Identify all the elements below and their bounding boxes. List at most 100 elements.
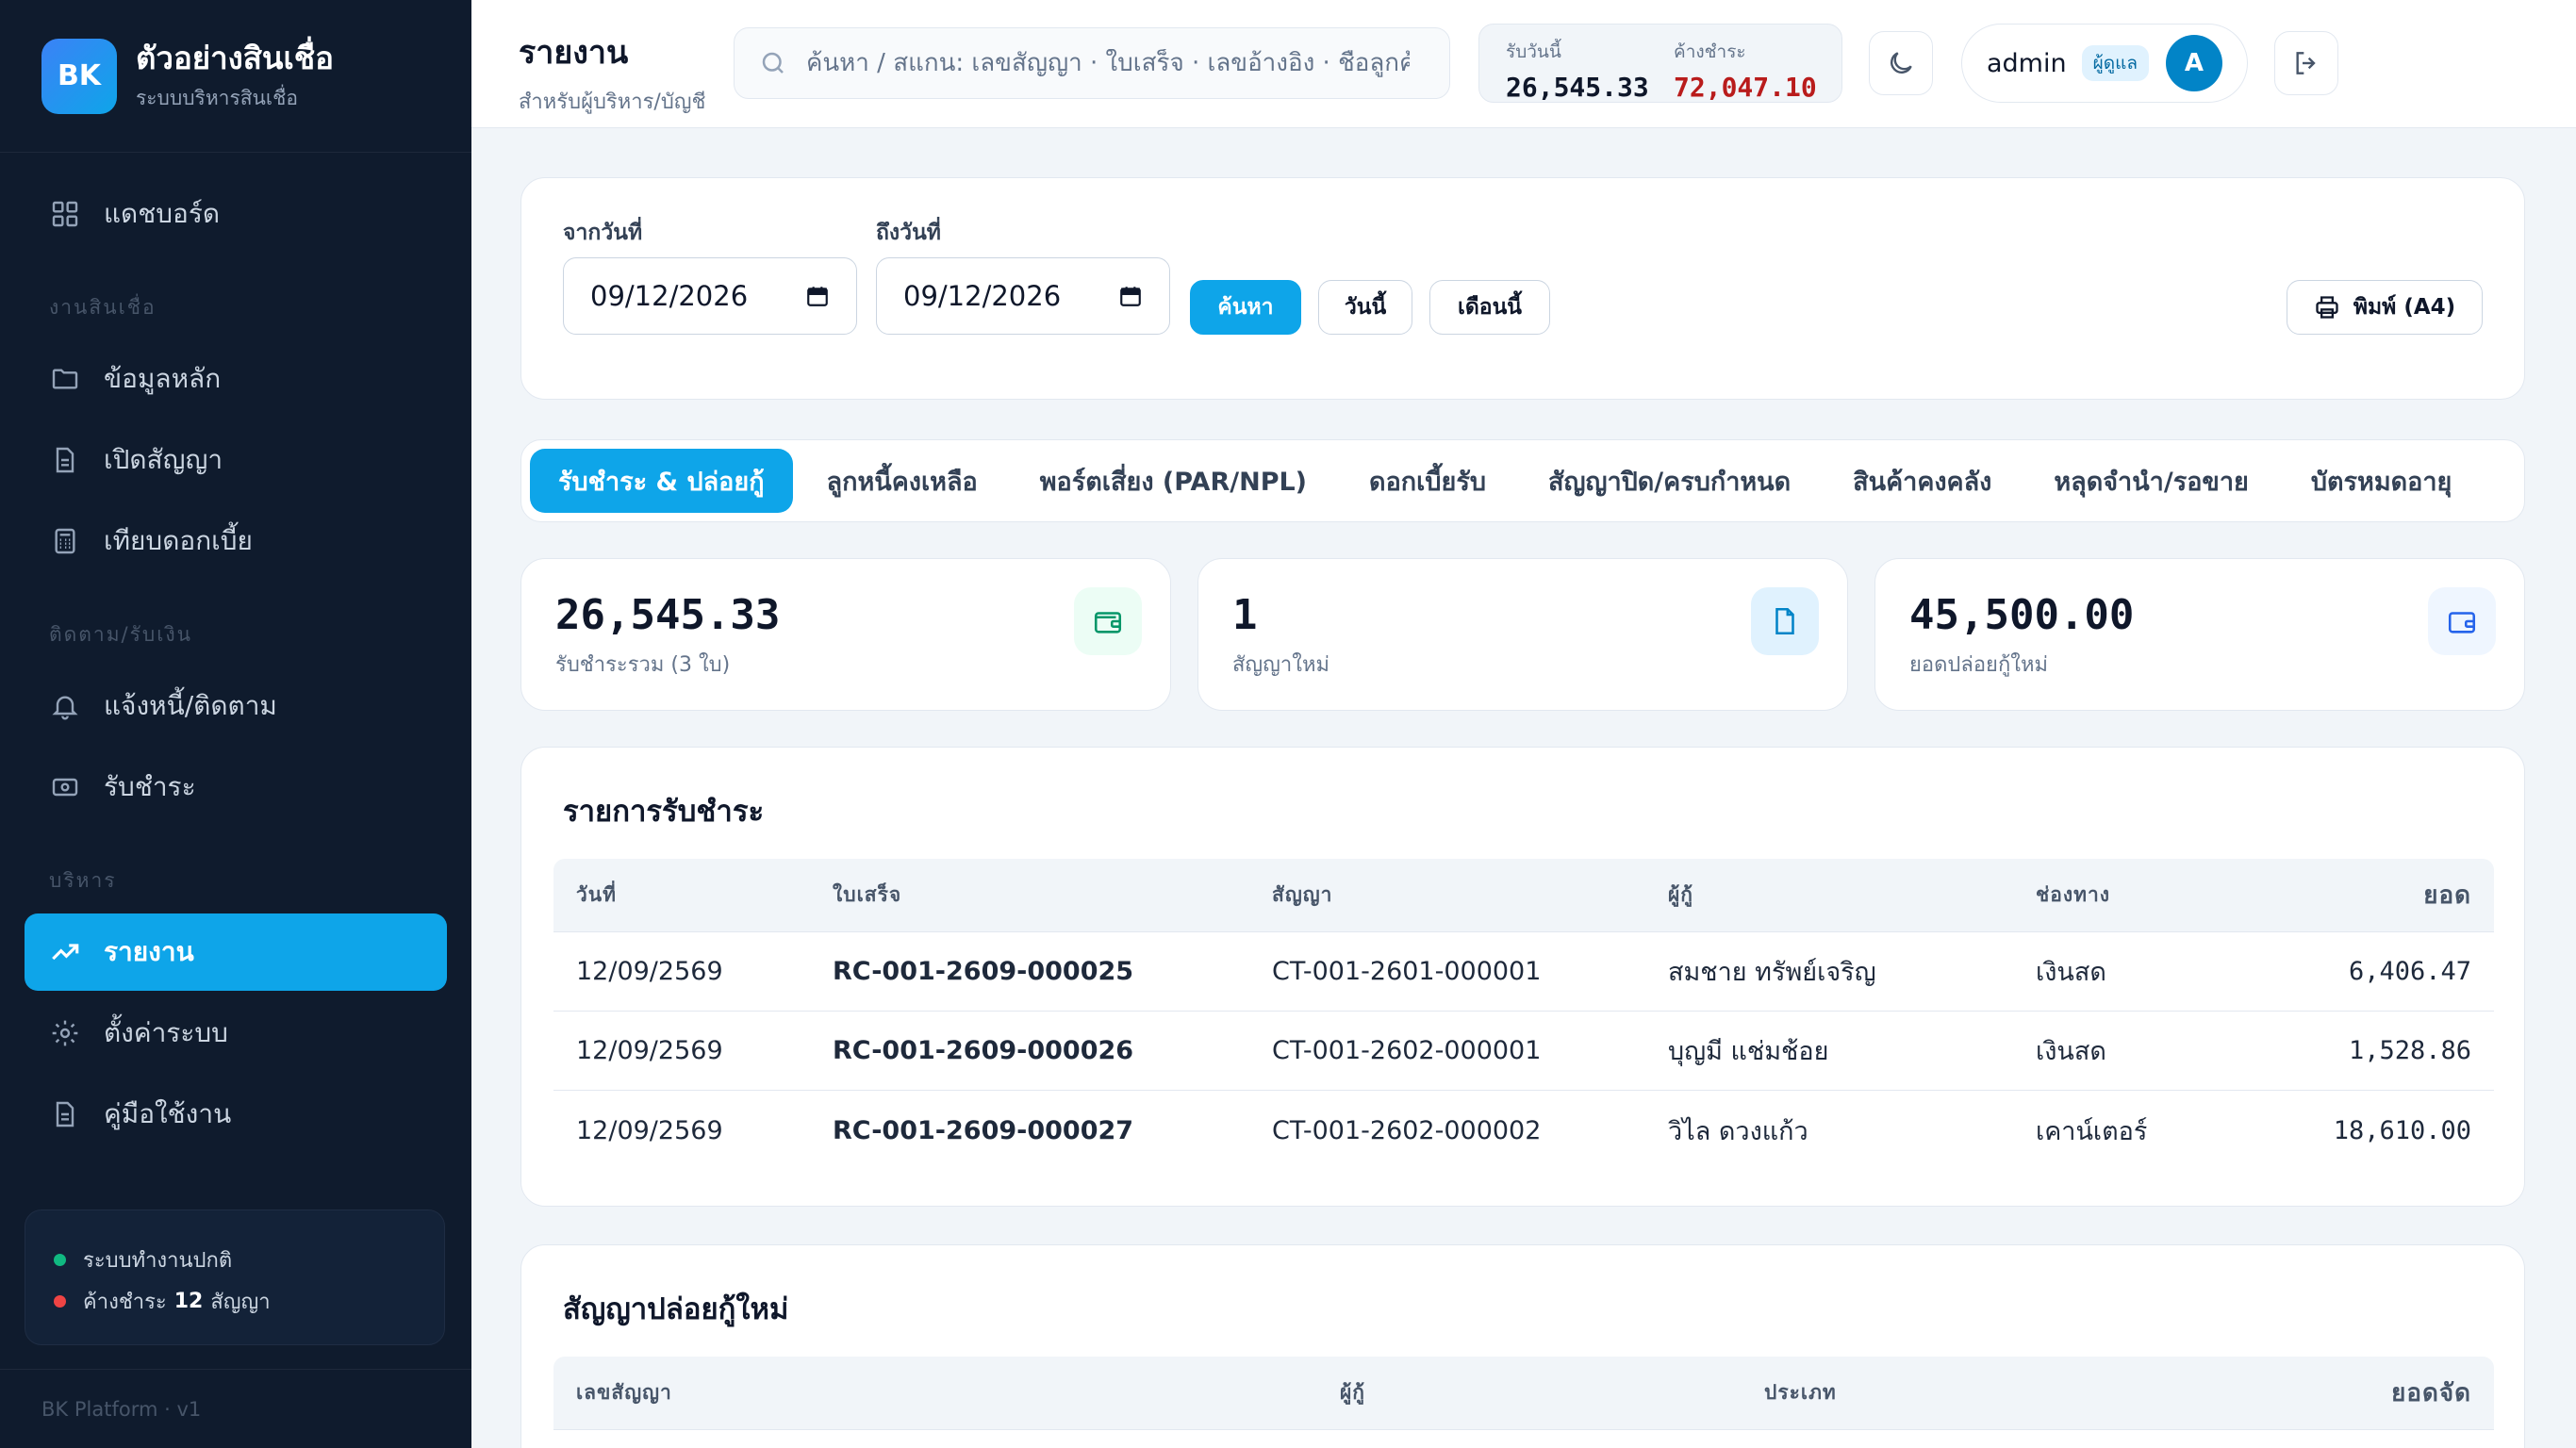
table-header: วันที่ ใบเสร็จ สัญญา ผู้กู้ ช่องทาง ยอด <box>553 859 2494 932</box>
tab-outstanding[interactable]: ลูกหนี้คงเหลือ <box>799 449 1006 513</box>
tab-inventory[interactable]: สินค้าคงคลัง <box>1825 449 2020 513</box>
cell-amount: 18,610.00 <box>2333 1115 2471 1145</box>
brand-subtitle: ระบบบริหารสินเชื่อ <box>136 87 298 109</box>
sidebar-item-dashboard[interactable]: แดชบอร์ด <box>25 175 447 253</box>
stat-label: สัญญาใหม่ <box>1232 653 1330 677</box>
stat-label: ยอดปล่อยกู้ใหม่ <box>1909 653 2049 677</box>
sidebar-item-label: ตั้งค่าระบบ <box>104 1017 228 1048</box>
calculator-icon <box>49 525 81 557</box>
table-row[interactable]: 12/09/2569 RC-001-2609-000027 CT-001-260… <box>553 1091 2494 1170</box>
topbar-metrics: รับวันนี้ 26,545.33 ค้างชำระ 72,047.10 <box>1478 24 1842 103</box>
tab-expired-cards[interactable]: บัตรหมดอายุ <box>2283 449 2481 513</box>
tab-forfeited[interactable]: หลุดจำนำ/รอขาย <box>2025 449 2277 513</box>
from-date-label: จากวันที่ <box>563 221 643 245</box>
sidebar-nav: แดชบอร์ด งานสินเชื่อ ข้อมูลหลัก เปิดสัญญ… <box>0 153 471 1153</box>
column-header: ช่องทาง <box>2036 883 2111 906</box>
logout-button[interactable] <box>2274 31 2338 95</box>
section-title: สัญญาปล่อยกู้ใหม่ <box>563 1292 789 1326</box>
topbar: รายงาน สำหรับผู้บริหาร/บัญชี รับวันนี้ 2… <box>471 0 2576 128</box>
cell-receipt[interactable]: RC-001-2609-000025 <box>810 957 1249 986</box>
column-header: ผู้กู้ <box>1668 883 1694 906</box>
avatar: A <box>2165 35 2222 91</box>
printer-icon <box>2314 294 2340 321</box>
status-overdue-row: ค้างชำระ 12 สัญญา <box>54 1280 444 1322</box>
cell-amount: 6,406.47 <box>2348 957 2471 986</box>
new-loans-table: เลขสัญญา ผู้กู้ ประเภท ยอดจัด <box>553 1357 2494 1430</box>
sidebar-item-compare-interest[interactable]: เทียบดอกเบี้ย <box>25 502 447 580</box>
to-date-label: ถึงวันที่ <box>876 221 941 245</box>
sidebar-item-settings[interactable]: ตั้งค่าระบบ <box>25 995 447 1072</box>
cell-contract[interactable]: CT-001-2602-000002 <box>1249 1116 1645 1145</box>
cell-date: 12/09/2569 <box>576 1115 723 1145</box>
overdue-suffix: สัญญา <box>210 1290 271 1314</box>
today-button[interactable]: วันนี้ <box>1318 280 1412 335</box>
sidebar-footer: BK Platform · v1 <box>0 1369 471 1448</box>
sidebar-item-manual[interactable]: คู่มือใช้งาน <box>25 1076 447 1153</box>
column-header: ยอด <box>2423 881 2471 910</box>
folder-icon <box>49 363 81 395</box>
tab-payments-loans[interactable]: รับชำระ & ปล่อยกู้ <box>530 449 793 513</box>
sidebar-section-admin: บริหาร <box>49 869 117 892</box>
cell-receipt[interactable]: RC-001-2609-000027 <box>810 1116 1249 1145</box>
overdue-value: 72,047.10 <box>1674 72 1817 103</box>
sidebar-item-receive[interactable]: รับชำระ <box>25 749 447 826</box>
gear-icon <box>49 1017 81 1049</box>
stat-card-total-received: 26,545.33 รับชำระรวม (3 ใบ) <box>520 558 1171 711</box>
to-date-input[interactable]: 09/12/2026 <box>876 257 1170 335</box>
calendar-icon[interactable] <box>1118 284 1143 308</box>
print-button-label: พิมพ์ (A4) <box>2353 295 2456 320</box>
cell-contract[interactable]: CT-001-2601-000001 <box>1249 957 1645 986</box>
wallet-icon <box>2428 587 2496 655</box>
tab-interest[interactable]: ดอกเบี้ยรับ <box>1341 449 1514 513</box>
cell-amount: 1,528.86 <box>2348 1036 2471 1065</box>
search-input[interactable] <box>806 49 1410 77</box>
overdue-prefix: ค้างชำระ <box>83 1290 167 1314</box>
from-date-input[interactable]: 09/12/2026 <box>563 257 857 335</box>
column-header: ผู้กู้ <box>1340 1381 1366 1404</box>
cell-date: 12/09/2569 <box>576 1036 723 1065</box>
sidebar-item-label: เปิดสัญญา <box>104 444 223 475</box>
table-row[interactable]: 12/09/2569 RC-001-2609-000026 CT-001-260… <box>553 1012 2494 1091</box>
cell-receipt[interactable]: RC-001-2609-000026 <box>810 1036 1249 1065</box>
stat-card-new-loan-amount: 45,500.00 ยอดปล่อยกู้ใหม่ <box>1874 558 2525 711</box>
to-date-value: 09/12/2026 <box>903 280 1062 312</box>
sidebar-item-reports[interactable]: รายงาน <box>25 913 447 991</box>
payments-card: รายการรับชำระ วันที่ ใบเสร็จ สัญญา ผู้กู… <box>520 747 2525 1207</box>
tab-closed-contracts[interactable]: สัญญาปิด/ครบกำหนด <box>1520 449 1819 513</box>
calendar-icon[interactable] <box>805 284 830 308</box>
this-month-button[interactable]: เดือนนี้ <box>1429 280 1550 335</box>
new-loans-card: สัญญาปล่อยกู้ใหม่ เลขสัญญา ผู้กู้ ประเภท… <box>520 1244 2525 1448</box>
brand-title: ตัวอย่างสินเชื่อ <box>136 40 334 76</box>
document-icon <box>49 444 81 476</box>
cell-borrower: วิไล ดวงแก้ว <box>1668 1116 1808 1146</box>
sidebar-item-label: คู่มือใช้งาน <box>104 1098 232 1129</box>
tab-risk-portfolio[interactable]: พอร์ตเสี่ยง (PAR/NPL) <box>1012 449 1335 513</box>
section-title: รายการรับชำระ <box>563 795 765 829</box>
user-menu[interactable]: admin ผู้ดูแล A <box>1961 24 2248 103</box>
stat-value: 26,545.33 <box>555 591 781 639</box>
table-header: เลขสัญญา ผู้กู้ ประเภท ยอดจัด <box>553 1357 2494 1430</box>
status-ok-row: ระบบทำงานปกติ <box>54 1239 444 1280</box>
brand-logo: BK <box>41 38 117 114</box>
column-header: สัญญา <box>1272 883 1333 906</box>
stat-card-new-contracts: 1 สัญญาใหม่ <box>1197 558 1848 711</box>
print-button[interactable]: พิมพ์ (A4) <box>2287 280 2483 335</box>
cell-contract[interactable]: CT-001-2602-000001 <box>1249 1036 1645 1065</box>
stat-label: รับชำระรวม (3 ใบ) <box>555 653 731 677</box>
cell-borrower: บุญมี แช่มช้อย <box>1668 1037 1829 1066</box>
column-header: ประเภท <box>1764 1381 1837 1404</box>
sidebar-item-notify[interactable]: แจ้งหนี้/ติดตาม <box>25 667 447 745</box>
overdue-count: 12 <box>173 1289 204 1313</box>
stat-value: 45,500.00 <box>1909 591 2135 639</box>
sidebar-item-master-data[interactable]: ข้อมูลหลัก <box>25 340 447 418</box>
search-box[interactable] <box>734 27 1450 99</box>
status-dot <box>54 1253 66 1266</box>
cell-date: 12/09/2569 <box>576 957 723 986</box>
sidebar-item-open-contract[interactable]: เปิดสัญญา <box>25 421 447 499</box>
moon-icon <box>1886 48 1916 78</box>
sidebar-section-loans: งานสินเชื่อ <box>49 296 157 319</box>
search-button[interactable]: ค้นหา <box>1190 280 1301 335</box>
brand[interactable]: BK ตัวอย่างสินเชื่อ ระบบบริหารสินเชื่อ <box>0 0 471 153</box>
table-row[interactable]: 12/09/2569 RC-001-2609-000025 CT-001-260… <box>553 932 2494 1012</box>
dark-mode-button[interactable] <box>1869 31 1933 95</box>
